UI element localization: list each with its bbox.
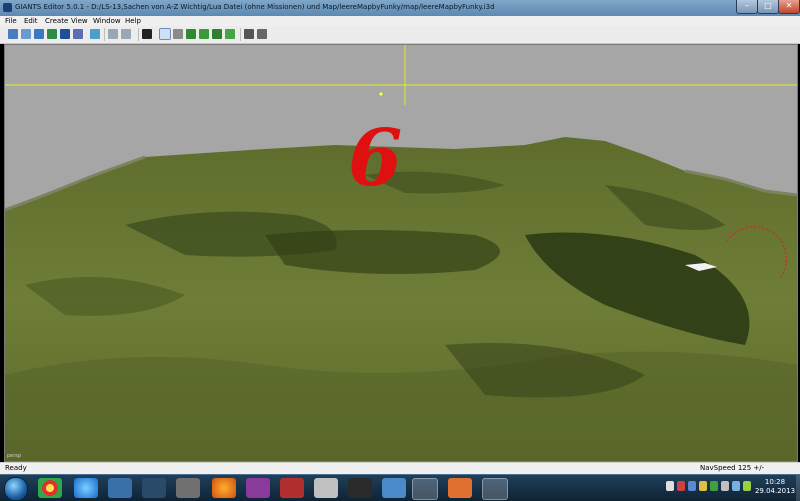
volume-icon[interactable] (677, 481, 685, 491)
menu-help[interactable]: Help (125, 17, 141, 25)
status-text: Ready (5, 464, 27, 472)
terrain-paint-icon[interactable] (199, 29, 209, 39)
lua-icon[interactable] (314, 478, 338, 498)
monitor-icon[interactable] (142, 478, 166, 498)
annotation-digit: 6 (348, 113, 402, 204)
folder-icon[interactable] (482, 478, 508, 500)
export-icon[interactable] (73, 29, 83, 39)
select-icon[interactable] (159, 28, 171, 40)
new-file-icon[interactable] (8, 29, 18, 39)
internet-explorer-icon[interactable] (74, 478, 98, 498)
burner-icon[interactable] (280, 478, 304, 498)
menu-edit[interactable]: Edit (24, 17, 38, 25)
shield-icon[interactable] (688, 481, 696, 491)
3d-viewport[interactable]: 6 persp (4, 44, 798, 462)
save-as-icon[interactable] (60, 29, 70, 39)
menu-window[interactable]: Window (93, 17, 121, 25)
taskbar-clock[interactable]: 10:28 29.04.2013 (752, 478, 798, 496)
open-folder-icon[interactable] (34, 29, 44, 39)
flag-icon[interactable] (699, 481, 707, 491)
menu-create[interactable]: Create (45, 17, 68, 25)
giants-app-icon (3, 3, 12, 12)
status-bar: Ready NavSpeed 125 +/- (0, 462, 800, 474)
chrome-icon[interactable] (38, 478, 62, 498)
terrain-scene: 6 (5, 45, 797, 461)
clock-date: 29.04.2013 (754, 487, 796, 495)
explorer-icon[interactable] (348, 478, 372, 498)
security-icon[interactable] (721, 481, 729, 491)
minimize-button[interactable]: – (736, 0, 758, 14)
settings-icon[interactable] (244, 29, 254, 39)
camera-label: persp (7, 453, 22, 459)
window-title-bar: GIANTS Editor 5.0.1 - D:/LS-13,Sachen vo… (0, 0, 800, 16)
save-icon[interactable] (47, 29, 57, 39)
grass-icon[interactable] (225, 29, 235, 39)
media-icon[interactable] (108, 478, 132, 498)
notepad-icon[interactable] (382, 478, 406, 498)
network-icon[interactable] (666, 481, 674, 491)
navigation-icon[interactable] (257, 29, 267, 39)
play-icon[interactable] (142, 29, 152, 39)
chat-icon[interactable] (732, 481, 740, 491)
tool-icon[interactable] (176, 478, 200, 498)
sun-marker (379, 92, 383, 96)
firefox-icon[interactable] (212, 478, 236, 498)
close-button[interactable]: ✕ (778, 0, 800, 14)
menu-file[interactable]: File (5, 17, 17, 25)
toolbar-separator (104, 28, 105, 41)
refresh-icon[interactable] (90, 29, 100, 39)
update-icon[interactable] (710, 481, 718, 491)
maximize-button[interactable]: □ (757, 0, 779, 14)
menu-bar: File Edit Create View Window Help (0, 16, 800, 26)
winrar-icon[interactable] (246, 478, 270, 498)
foliage-paint-icon[interactable] (212, 29, 222, 39)
menu-view[interactable]: View (71, 17, 88, 25)
nav-speed: NavSpeed 125 +/- (700, 464, 765, 472)
giants-editor-icon[interactable] (412, 478, 438, 500)
toolbar-separator (240, 28, 241, 41)
taskbar: 10:28 29.04.2013 (0, 474, 800, 501)
window-title: GIANTS Editor 5.0.1 - D:/LS-13,Sachen vo… (15, 3, 495, 11)
start-button[interactable] (4, 477, 28, 501)
mail-icon[interactable] (448, 478, 472, 498)
terrain-sculpt-icon[interactable] (186, 29, 196, 39)
open-icon[interactable] (21, 29, 31, 39)
toolbar (0, 26, 800, 44)
battery-icon[interactable] (743, 481, 751, 491)
toolbar-separator (138, 28, 139, 41)
move-icon[interactable] (173, 29, 183, 39)
undo-icon[interactable] (108, 29, 118, 39)
redo-icon[interactable] (121, 29, 131, 39)
show-desktop-button[interactable] (796, 475, 800, 501)
clock-time: 10:28 (764, 478, 786, 486)
